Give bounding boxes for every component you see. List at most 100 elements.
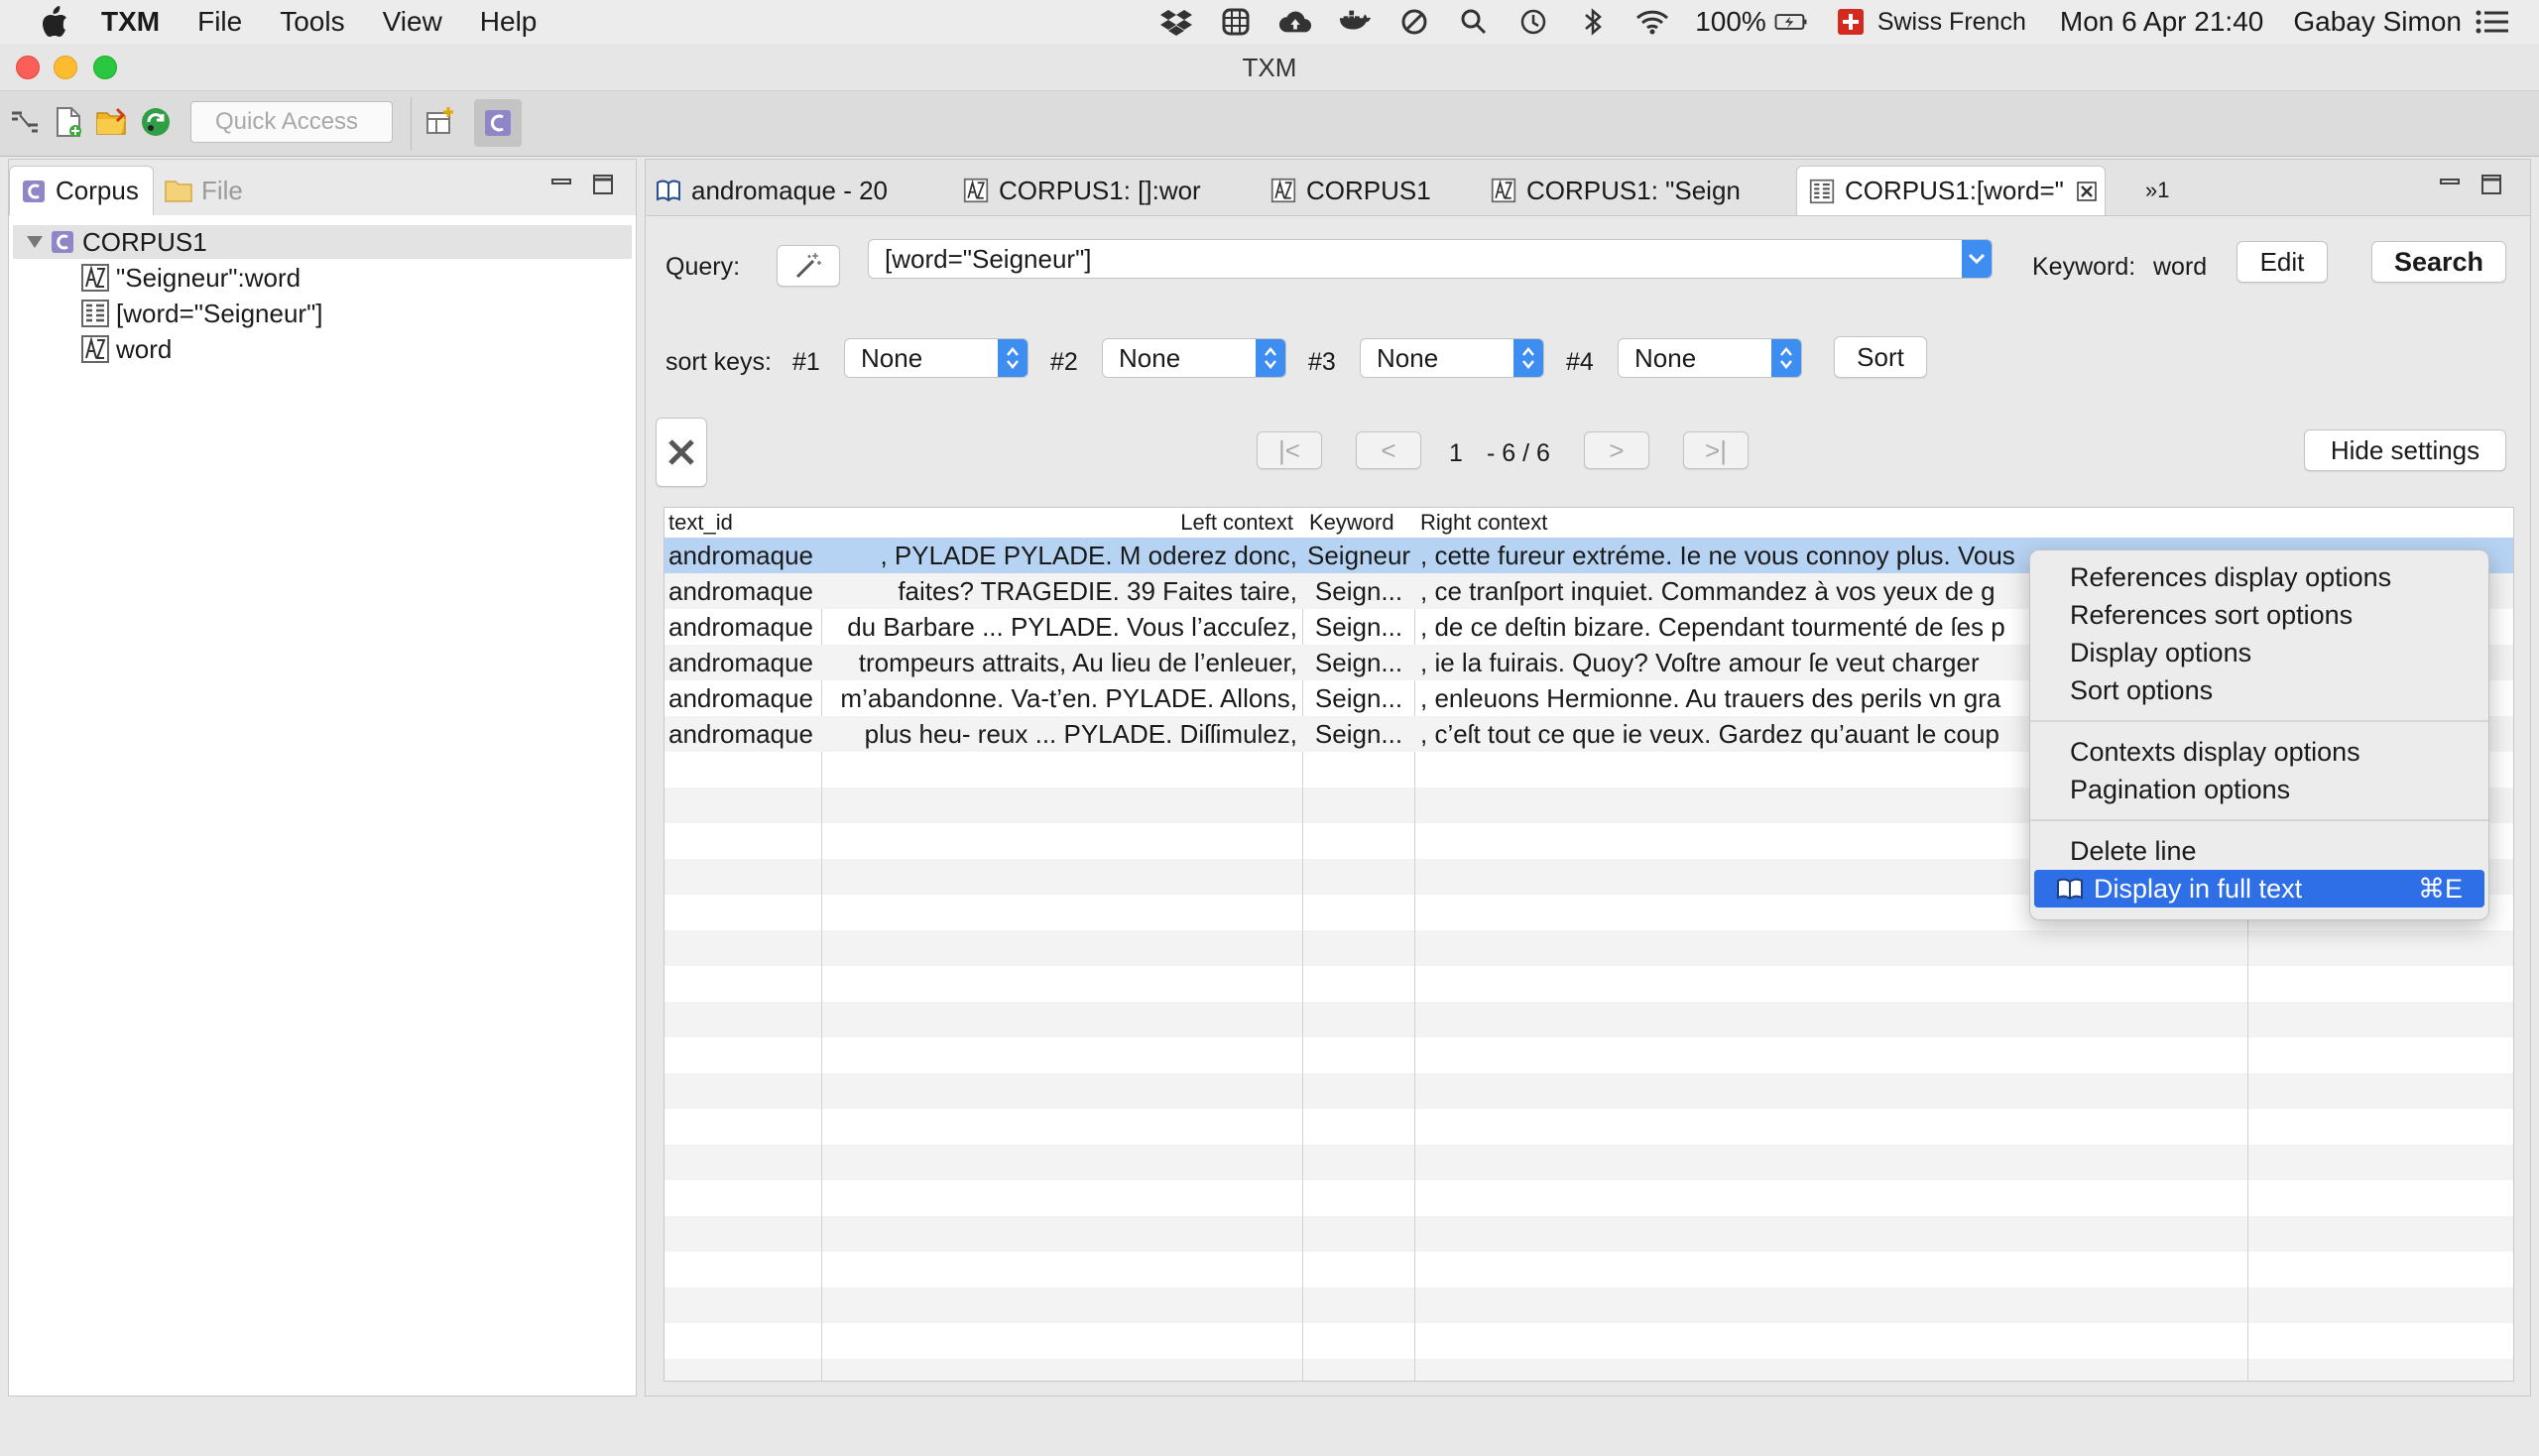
- tab-corpus1-index[interactable]: CORPUS1: []:wor: [963, 166, 1201, 215]
- cloud-upload-icon[interactable]: [1278, 5, 1312, 39]
- sort-key-4-label: #4: [1566, 348, 1594, 376]
- new-file-icon[interactable]: [52, 105, 85, 139]
- zoom-window-button[interactable]: [93, 56, 117, 79]
- quick-access-input[interactable]: Quick Access: [190, 101, 393, 143]
- do-not-disturb-icon[interactable]: [1397, 5, 1431, 39]
- tab-andromaque[interactable]: andromaque - 20: [656, 166, 888, 215]
- link-tool-icon[interactable]: [8, 105, 42, 139]
- index-az-icon: [81, 264, 109, 292]
- sort-key-value: None: [1119, 343, 1181, 373]
- corpus-icon: [52, 231, 73, 253]
- edit-keyword-button[interactable]: Edit: [2237, 241, 2328, 283]
- tab-corpus1-seign[interactable]: CORPUS1: "Seign: [1491, 166, 1741, 215]
- menu-item-references-display-options[interactable]: References display options: [2070, 558, 2391, 596]
- last-page-button[interactable]: >|: [1683, 431, 1749, 469]
- menu-item-pagination-options[interactable]: Pagination options: [2070, 771, 2290, 808]
- tab-corpus1-word-concordance[interactable]: CORPUS1:[word=": [1796, 166, 2106, 215]
- delete-results-button[interactable]: [656, 418, 707, 487]
- cell-text-id: andromaque: [668, 576, 813, 606]
- search-icon[interactable]: [1457, 5, 1491, 39]
- user-name[interactable]: Gabay Simon: [2293, 6, 2462, 38]
- maximize-icon[interactable]: [592, 174, 614, 195]
- menu-item-sort-options[interactable]: Sort options: [2070, 671, 2213, 709]
- close-window-button[interactable]: [16, 56, 40, 79]
- time-machine-icon[interactable]: [1516, 5, 1550, 39]
- menu-file[interactable]: File: [197, 6, 242, 38]
- close-tab-icon[interactable]: [2076, 181, 2098, 202]
- sort-key-4-select[interactable]: None: [1618, 338, 1802, 378]
- dropbox-icon[interactable]: [1159, 5, 1193, 39]
- open-folder-icon[interactable]: [95, 105, 129, 139]
- query-assistant-button[interactable]: [777, 245, 840, 287]
- next-page-button[interactable]: >: [1584, 431, 1649, 469]
- menu-item-references-sort-options[interactable]: References sort options: [2070, 596, 2353, 634]
- menu-tools[interactable]: Tools: [280, 6, 344, 38]
- clock[interactable]: Mon 6 Apr 21:40: [2060, 6, 2263, 38]
- concordance-icon: [81, 300, 109, 327]
- tab-label: CORPUS1: "Seign: [1526, 175, 1741, 205]
- tree-node-label: [word="Seigneur"]: [116, 298, 323, 328]
- list-menu-icon[interactable]: [2476, 5, 2509, 39]
- tab-corpus[interactable]: Corpus: [9, 166, 154, 215]
- table-stripe-row: [665, 1037, 2513, 1073]
- hide-settings-button[interactable]: Hide settings: [2304, 429, 2506, 471]
- menu-item-delete-line[interactable]: Delete line: [2070, 832, 2197, 870]
- input-source[interactable]: Swiss French: [1877, 8, 2026, 37]
- docker-icon[interactable]: [1338, 5, 1372, 39]
- sort-key-3-select[interactable]: None: [1360, 338, 1544, 378]
- apple-icon[interactable]: [40, 5, 69, 39]
- wifi-icon[interactable]: [1635, 5, 1669, 39]
- menu-item-display-in-full-text[interactable]: Display in full text ⌘E: [2034, 870, 2484, 908]
- column-header-keyword[interactable]: Keyword: [1309, 510, 1394, 536]
- search-button[interactable]: Search: [2371, 241, 2506, 283]
- table-stripe-row: [665, 1073, 2513, 1109]
- first-page-button[interactable]: |<: [1257, 431, 1322, 469]
- keyword-value: word: [2153, 253, 2208, 281]
- table-header: text_id Left context Keyword Right conte…: [665, 508, 2513, 538]
- query-input[interactable]: [word="Seigneur"]: [868, 239, 1993, 279]
- maximize-icon[interactable]: [2480, 174, 2502, 195]
- collapse-triangle-icon[interactable]: [25, 232, 45, 252]
- swiss-flag-icon[interactable]: [1834, 5, 1868, 39]
- menu-view[interactable]: View: [383, 6, 442, 38]
- tree-node-corpus1[interactable]: CORPUS1: [13, 225, 632, 259]
- query-history-dropdown[interactable]: [1962, 240, 1992, 278]
- current-page[interactable]: 1: [1449, 439, 1463, 468]
- grid-app-icon[interactable]: [1219, 5, 1253, 39]
- tab-label: CORPUS1:[word=": [1845, 176, 2064, 205]
- editor-tabs: andromaque - 20 CORPUS1: []:wor CORPUS1 …: [646, 160, 2530, 216]
- cell-left-context: m’abandonne. Va-t’en. PYLADE. Allons,: [840, 683, 1297, 713]
- menu-app-name[interactable]: TXM: [101, 6, 160, 38]
- column-header-right-context[interactable]: Right context: [1420, 510, 1547, 536]
- refresh-icon[interactable]: [139, 105, 173, 139]
- tabs-overflow[interactable]: »1: [2145, 166, 2169, 215]
- menu-item-contexts-display-options[interactable]: Contexts display options: [2070, 733, 2360, 771]
- minimize-icon[interactable]: [550, 174, 572, 195]
- cell-left-context: , PYLADE PYLADE. M oderez donc,: [880, 541, 1297, 570]
- sort-button[interactable]: Sort: [1834, 336, 1927, 378]
- magic-wand-icon: [795, 253, 821, 279]
- sort-key-2-select[interactable]: None: [1102, 338, 1286, 378]
- previous-page-button[interactable]: <: [1356, 431, 1421, 469]
- tab-corpus1[interactable]: CORPUS1: [1270, 166, 1431, 215]
- menu-help[interactable]: Help: [480, 6, 538, 38]
- tree-node-lexicon[interactable]: word: [80, 332, 172, 366]
- bluetooth-icon[interactable]: [1576, 5, 1610, 39]
- open-perspective-icon[interactable]: [424, 105, 458, 139]
- tab-file[interactable]: File: [164, 166, 243, 215]
- column-header-left-context[interactable]: Left context: [1180, 510, 1293, 536]
- minimize-window-button[interactable]: [54, 56, 77, 79]
- cell-text-id: andromaque: [668, 683, 813, 713]
- sort-key-1-select[interactable]: None: [844, 338, 1028, 378]
- sort-key-value: None: [861, 343, 923, 373]
- txm-perspective-button[interactable]: [474, 99, 522, 147]
- table-stripe-row: [665, 1359, 2513, 1381]
- tree-node-concordance[interactable]: [word="Seigneur"]: [80, 297, 323, 330]
- tree-node-index[interactable]: "Seigneur":word: [80, 261, 301, 295]
- menu-item-display-options[interactable]: Display options: [2070, 634, 2251, 671]
- cell-text-id: andromaque: [668, 719, 813, 749]
- minimize-icon[interactable]: [2439, 174, 2461, 195]
- column-header-text-id[interactable]: text_id: [668, 510, 733, 536]
- battery-icon[interactable]: [1774, 5, 1808, 39]
- window-title: TXM: [1242, 53, 1297, 82]
